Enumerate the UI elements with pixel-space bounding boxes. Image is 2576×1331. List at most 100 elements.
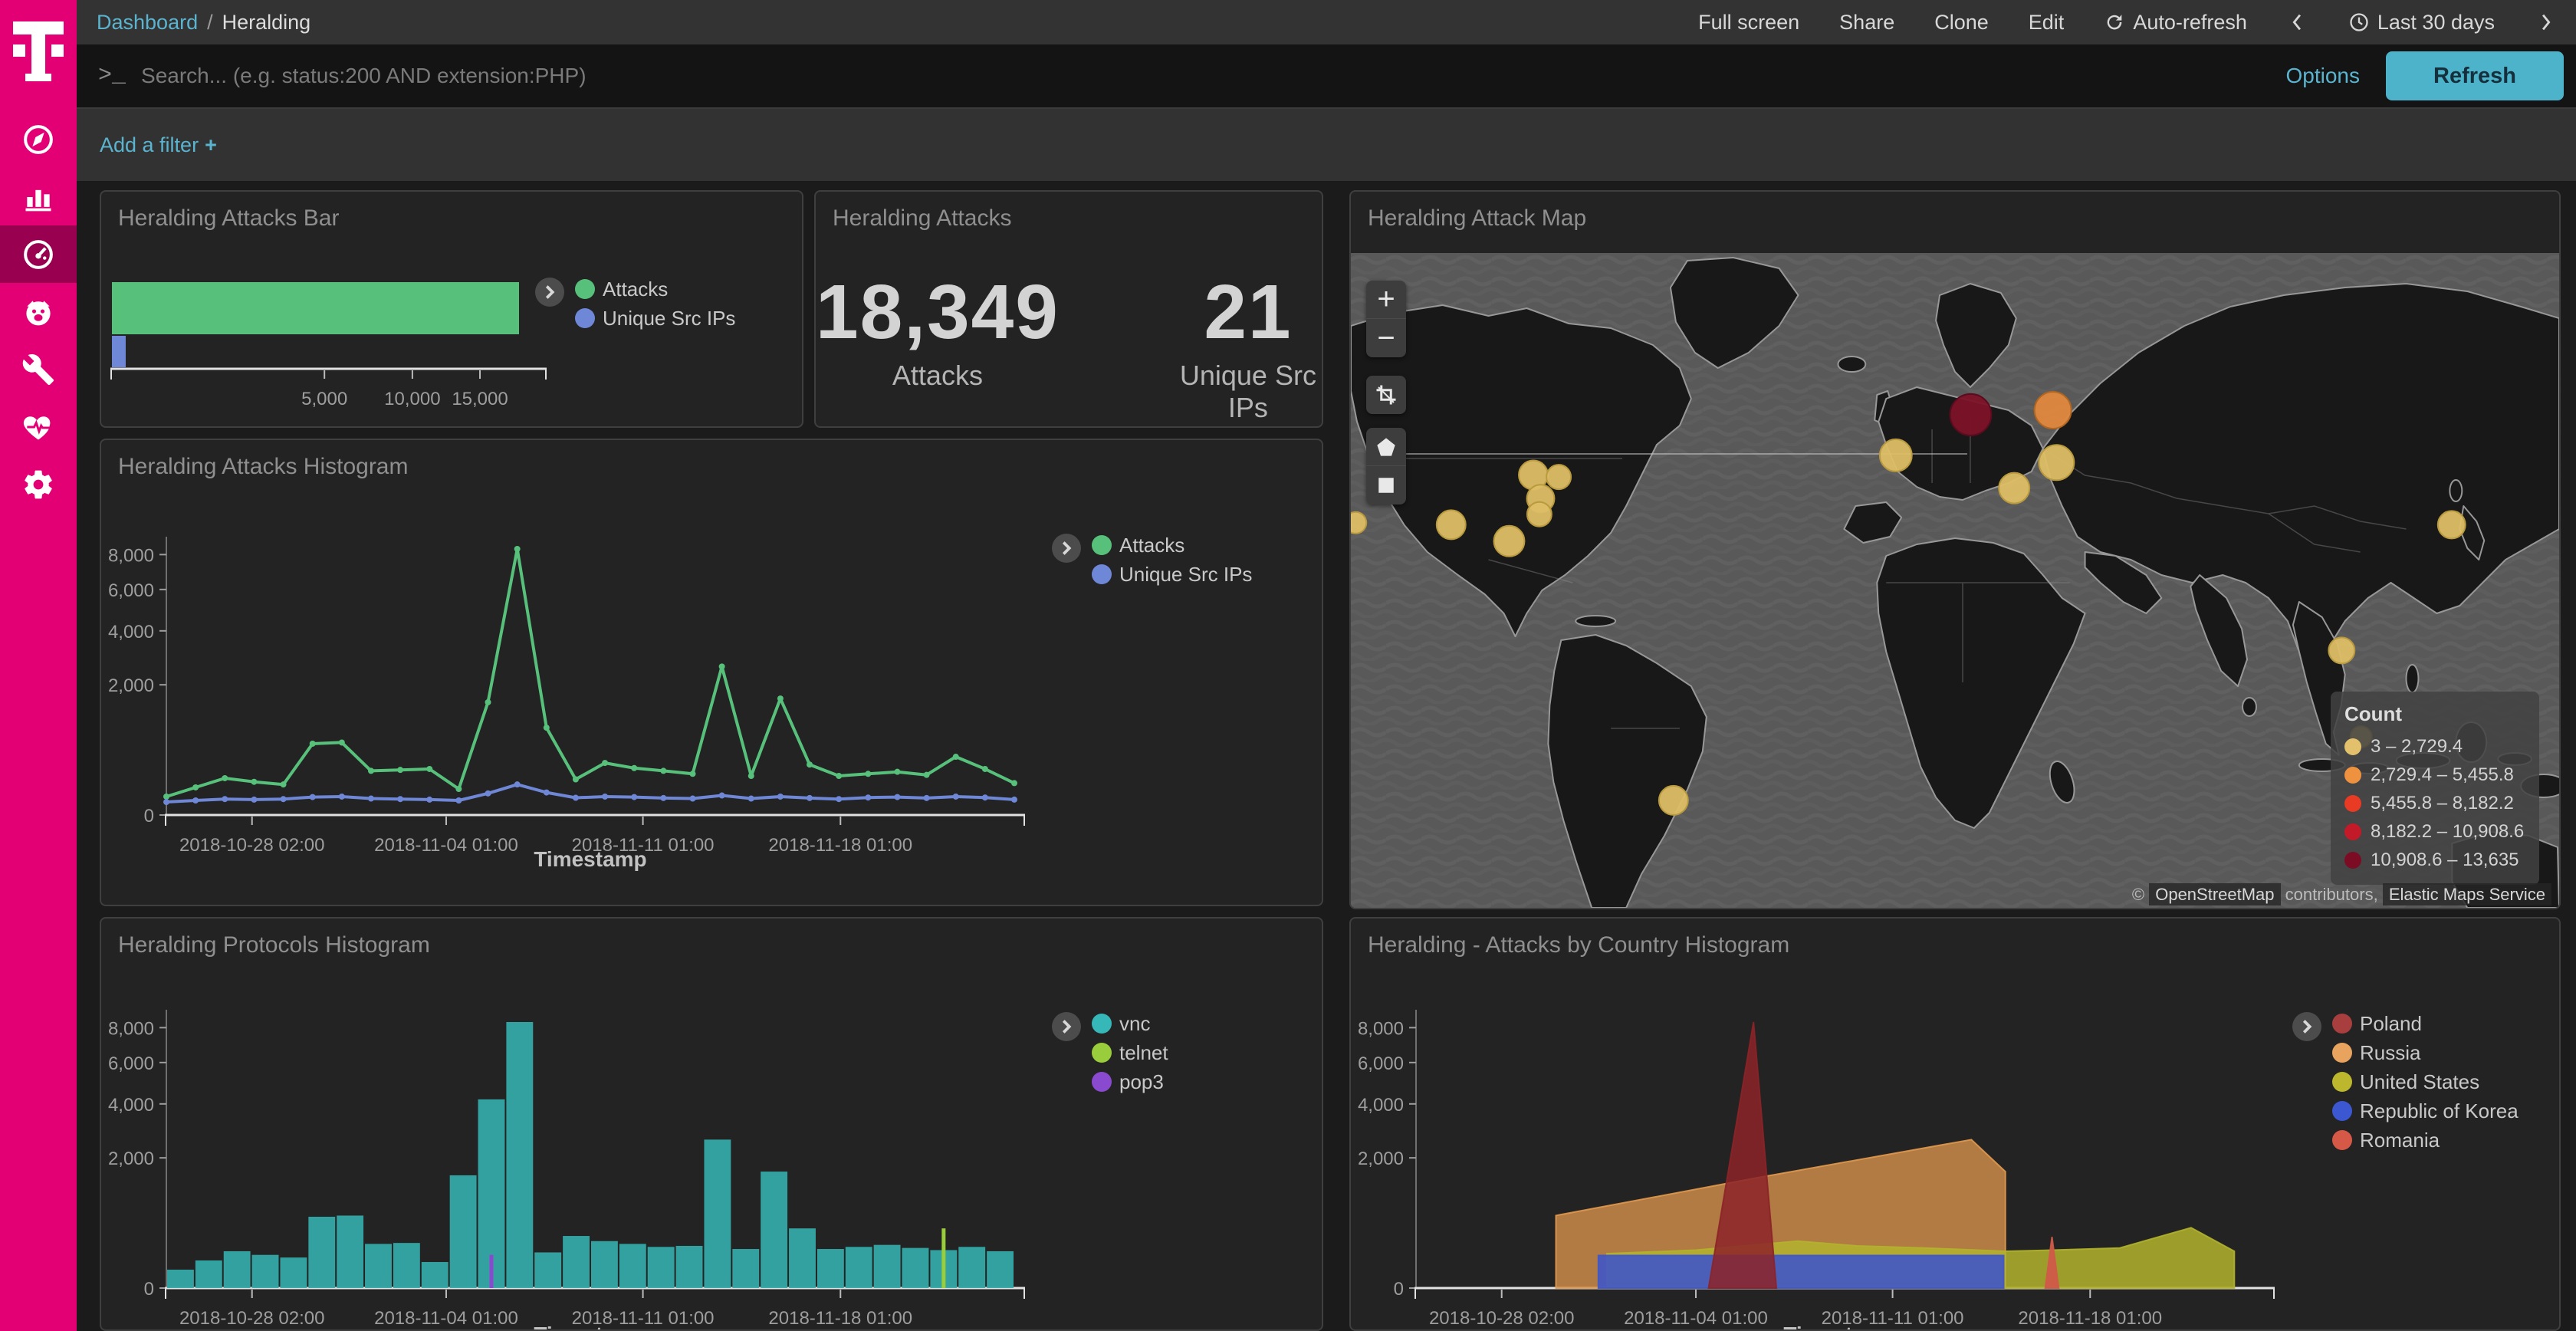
map-attack-bubble[interactable]: [2328, 637, 2354, 663]
bar-vnc[interactable]: [591, 1241, 618, 1288]
bar-vnc[interactable]: [365, 1244, 392, 1288]
map-attack-bubble[interactable]: [1351, 512, 1366, 534]
data-point[interactable]: [455, 786, 462, 792]
bar-vnc[interactable]: [846, 1247, 872, 1288]
legend-item[interactable]: telnet: [1092, 1038, 1168, 1067]
data-point[interactable]: [719, 663, 725, 669]
bar-unique-src-ips[interactable]: [112, 336, 126, 367]
data-point[interactable]: [807, 761, 813, 767]
data-point[interactable]: [777, 794, 784, 800]
data-point[interactable]: [777, 695, 784, 702]
data-point[interactable]: [807, 795, 813, 801]
data-point[interactable]: [631, 794, 637, 800]
bar-vnc[interactable]: [648, 1247, 675, 1288]
data-point[interactable]: [426, 797, 432, 803]
map-attack-bubble[interactable]: [1527, 502, 1552, 527]
legend-item[interactable]: Poland: [2332, 1009, 2518, 1038]
legend-item[interactable]: pop3: [1092, 1067, 1168, 1096]
fullscreen-button[interactable]: Full screen: [1698, 11, 1799, 35]
data-point[interactable]: [339, 739, 345, 745]
data-point[interactable]: [485, 699, 491, 705]
sidebar-item-visualize[interactable]: [0, 168, 77, 225]
data-point[interactable]: [836, 796, 842, 802]
map-attack-bubble[interactable]: [2035, 392, 2072, 429]
auto-refresh-button[interactable]: Auto-refresh: [2104, 11, 2247, 35]
legend-expand-button[interactable]: [1052, 1012, 1081, 1041]
legend-item[interactable]: vnc: [1092, 1009, 1168, 1038]
bar-vnc[interactable]: [224, 1251, 251, 1288]
sidebar-item-dev-tools[interactable]: [0, 340, 77, 398]
bar-vnc[interactable]: [958, 1247, 985, 1288]
data-point[interactable]: [251, 779, 257, 785]
bar-vnc[interactable]: [337, 1215, 363, 1288]
data-point[interactable]: [397, 796, 403, 802]
legend-item[interactable]: Unique Src IPs: [1092, 560, 1252, 589]
bar-vnc[interactable]: [619, 1244, 646, 1288]
map-zoom-out-button[interactable]: −: [1366, 319, 1406, 357]
data-point[interactable]: [689, 796, 695, 802]
data-point[interactable]: [368, 767, 374, 774]
data-point[interactable]: [368, 796, 374, 802]
data-point[interactable]: [719, 793, 725, 799]
bar-vnc[interactable]: [676, 1246, 703, 1288]
edit-button[interactable]: Edit: [2029, 11, 2065, 35]
data-point[interactable]: [192, 784, 199, 790]
bar-vnc[interactable]: [167, 1270, 194, 1288]
map-attack-bubble[interactable]: [1437, 510, 1466, 539]
data-point[interactable]: [1011, 797, 1017, 803]
data-point[interactable]: [514, 781, 521, 787]
bar-vnc[interactable]: [874, 1245, 901, 1288]
area-series-republic-of-korea[interactable]: [1598, 1256, 2004, 1289]
map-fit-data-button[interactable]: [1366, 376, 1406, 414]
ems-attribution-link[interactable]: Elastic Maps Service: [2383, 883, 2551, 905]
legend-expand-button[interactable]: [535, 278, 564, 307]
data-point[interactable]: [573, 776, 579, 782]
sidebar-item-management[interactable]: [0, 455, 77, 513]
bar-vnc[interactable]: [563, 1236, 590, 1288]
bar-vnc[interactable]: [704, 1139, 731, 1288]
bar-vnc[interactable]: [280, 1257, 307, 1288]
data-point[interactable]: [514, 546, 521, 552]
bar-vnc[interactable]: [732, 1249, 759, 1288]
data-point[interactable]: [339, 794, 345, 800]
bar-attacks[interactable]: [112, 282, 519, 334]
bar-vnc[interactable]: [902, 1248, 929, 1288]
bar-vnc[interactable]: [196, 1260, 222, 1288]
bar-telnet[interactable]: [941, 1228, 945, 1288]
data-point[interactable]: [251, 797, 257, 803]
data-point[interactable]: [953, 754, 959, 760]
map-attack-bubble[interactable]: [1494, 526, 1525, 557]
legend-expand-button[interactable]: [2292, 1012, 2321, 1041]
legend-item[interactable]: Unique Src IPs: [575, 304, 735, 333]
data-point[interactable]: [455, 797, 462, 804]
data-point[interactable]: [310, 741, 316, 747]
time-range-button[interactable]: Last 30 days: [2348, 11, 2495, 35]
data-point[interactable]: [865, 794, 871, 800]
data-point[interactable]: [660, 795, 666, 801]
bar-vnc[interactable]: [761, 1172, 787, 1288]
legend-item[interactable]: Attacks: [575, 274, 735, 304]
bar-vnc[interactable]: [308, 1217, 335, 1288]
sidebar-item-timelion[interactable]: [0, 283, 77, 340]
data-point[interactable]: [631, 765, 637, 771]
bar-vnc[interactable]: [789, 1228, 816, 1288]
refresh-button[interactable]: Refresh: [2386, 51, 2564, 100]
data-point[interactable]: [689, 771, 695, 777]
map-attack-bubble[interactable]: [1880, 439, 1912, 472]
bar-pop3[interactable]: [489, 1255, 493, 1288]
legend-item[interactable]: Attacks: [1092, 531, 1252, 560]
data-point[interactable]: [982, 766, 988, 772]
legend-item[interactable]: Russia: [2332, 1038, 2518, 1067]
data-point[interactable]: [924, 795, 930, 801]
line-series-attacks[interactable]: [166, 549, 1014, 797]
data-point[interactable]: [602, 760, 608, 766]
data-point[interactable]: [192, 797, 199, 804]
bar-vnc[interactable]: [422, 1262, 449, 1288]
data-point[interactable]: [953, 794, 959, 800]
bar-vnc[interactable]: [534, 1252, 561, 1288]
bar-vnc[interactable]: [506, 1022, 533, 1288]
options-link[interactable]: Options: [2286, 64, 2361, 88]
map-zoom-in-button[interactable]: +: [1366, 281, 1406, 319]
add-filter-link[interactable]: Add a filter+: [100, 133, 217, 157]
map-attack-bubble[interactable]: [1659, 786, 1688, 815]
